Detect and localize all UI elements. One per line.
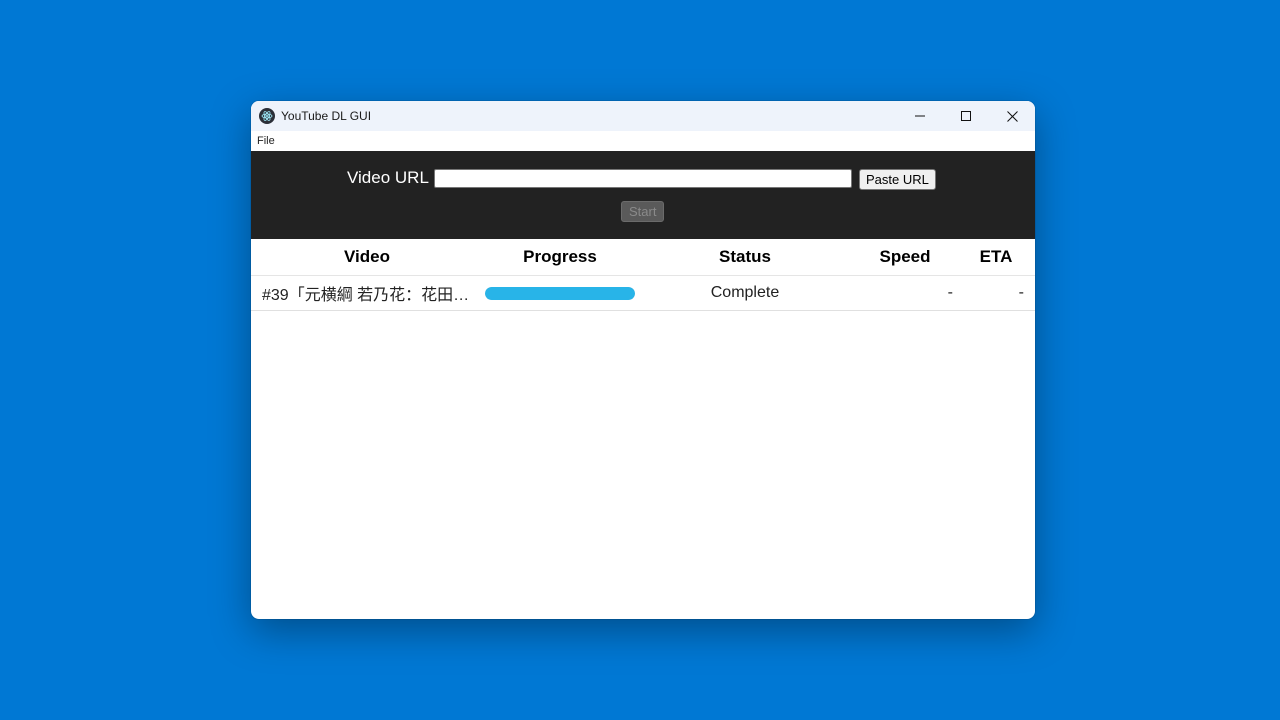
window-controls [897, 101, 1035, 131]
url-toolbar: Video URL Paste URL Start [251, 151, 1035, 239]
app-window: YouTube DL GUI File Video URL Paste URL … [251, 101, 1035, 619]
header-speed: Speed [853, 239, 957, 276]
close-button[interactable] [989, 101, 1035, 131]
speed-text: - [853, 275, 957, 311]
electron-app-icon [259, 108, 275, 124]
window-title: YouTube DL GUI [281, 109, 372, 123]
video-url-label: Video URL [347, 168, 429, 187]
eta-text: - [957, 275, 1035, 311]
minimize-button[interactable] [897, 101, 943, 131]
maximize-icon [961, 111, 971, 121]
progress-bar [485, 286, 635, 300]
table-row[interactable]: #39「元横綱 若乃花：花田虎上」 Complete - - [251, 275, 1035, 311]
video-title: #39「元横綱 若乃花：花田虎上」 [251, 275, 483, 311]
menu-bar: File [251, 131, 1035, 151]
progress-fill [485, 286, 635, 300]
close-icon [1006, 110, 1018, 122]
maximize-button[interactable] [943, 101, 989, 131]
title-bar[interactable]: YouTube DL GUI [251, 101, 1035, 131]
header-eta: ETA [957, 239, 1035, 276]
status-text: Complete [637, 275, 853, 311]
downloads-table: Video Progress Status Speed ETA #39「元横綱 … [251, 239, 1035, 311]
table-header-row: Video Progress Status Speed ETA [251, 239, 1035, 276]
minimize-icon [915, 115, 925, 117]
video-url-input[interactable] [434, 169, 852, 188]
header-video: Video [251, 239, 483, 276]
paste-url-button[interactable]: Paste URL [859, 169, 936, 190]
menu-file[interactable]: File [251, 131, 281, 151]
start-button[interactable]: Start [621, 201, 665, 222]
header-progress: Progress [483, 239, 637, 276]
header-status: Status [637, 239, 853, 276]
progress-cell [483, 275, 637, 311]
